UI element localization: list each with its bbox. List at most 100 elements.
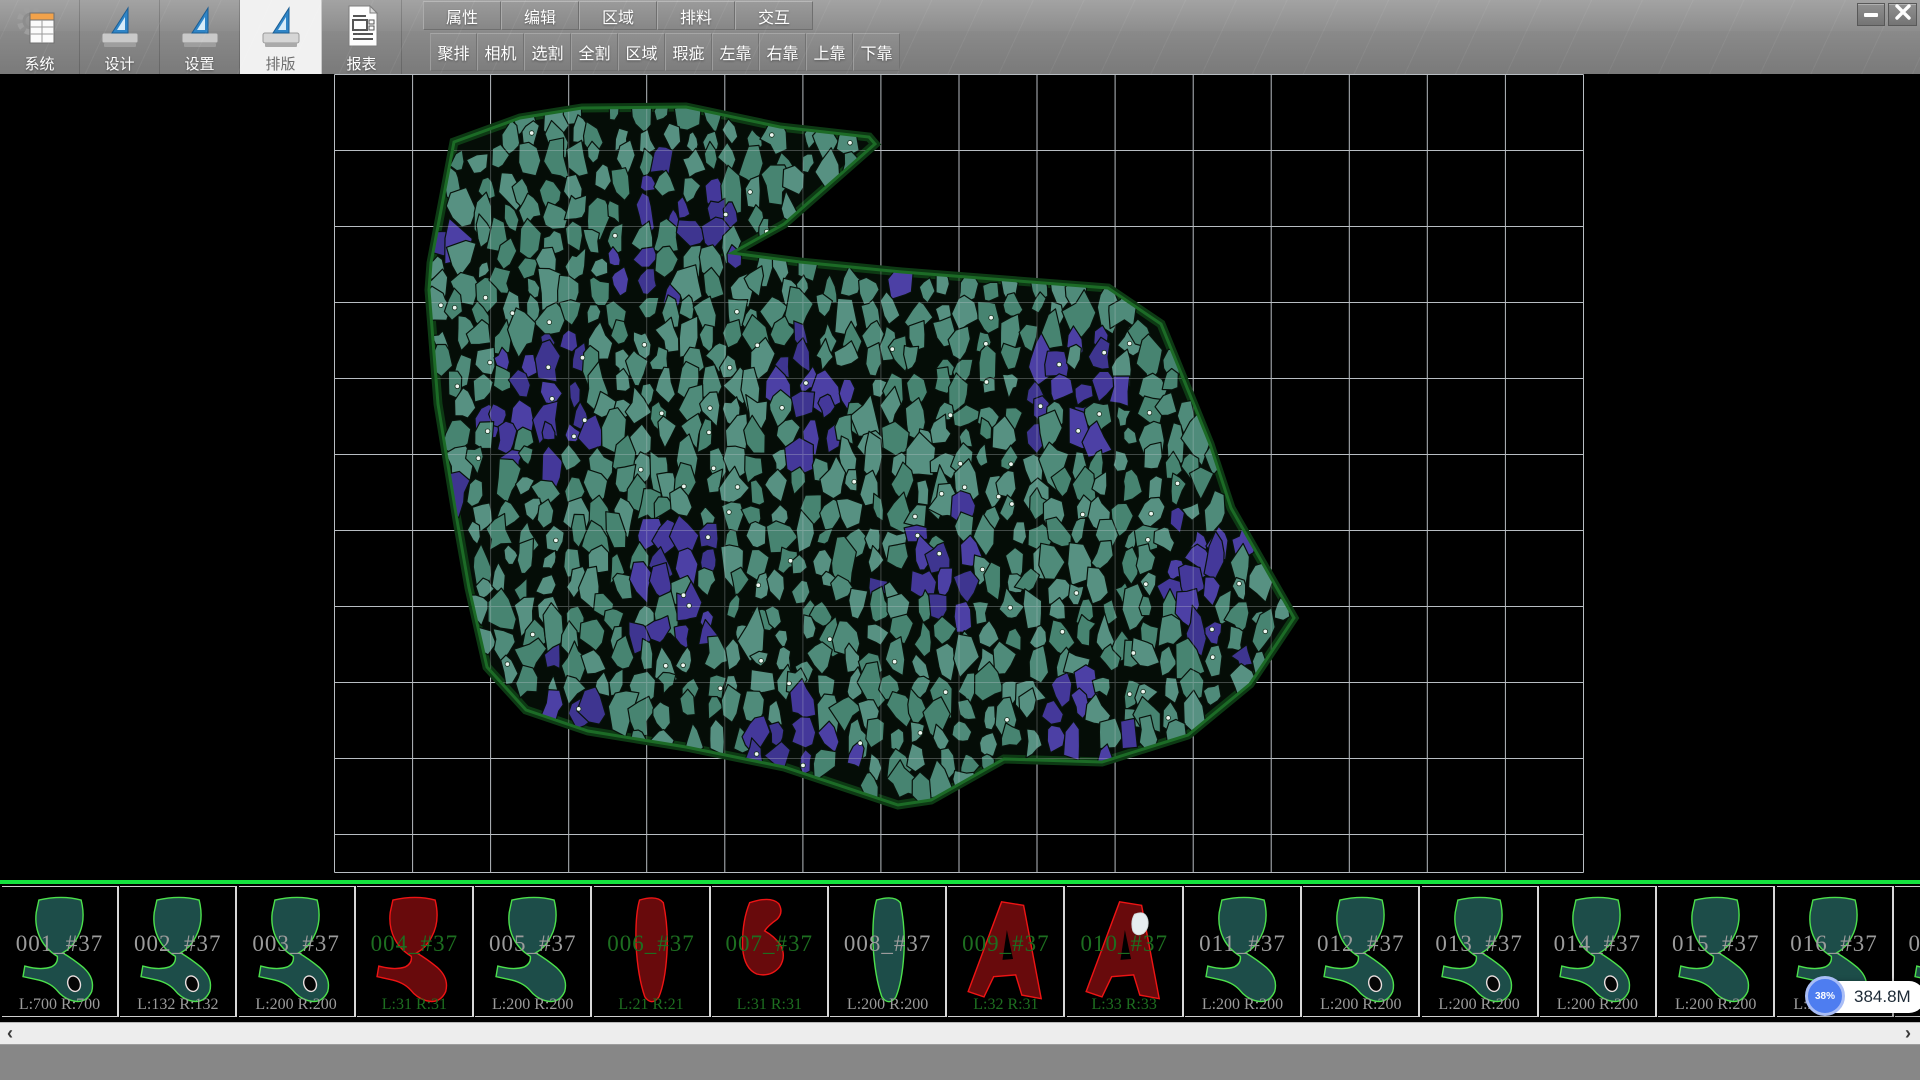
piece-marker (980, 567, 985, 572)
tool-button-7[interactable]: 左靠 (712, 33, 759, 71)
tool-button-5[interactable]: 区域 (618, 33, 665, 71)
settings-button[interactable]: 设置 (160, 0, 240, 74)
piece-thumbnail-012_#37[interactable]: 012_#37L:200 R:200 (1303, 886, 1420, 1017)
menu-tab-1[interactable]: 属性 (423, 1, 501, 30)
piece-marker (915, 533, 920, 538)
progress-circle: 38% (1805, 976, 1845, 1016)
piece-thumbnail-011_#37[interactable]: 011_#37L:200 R:200 (1185, 886, 1302, 1017)
piece-thumbnail-009_#37[interactable]: 009_#37L:32 R:31 (948, 886, 1065, 1017)
piece-lr-count: L:700 R:700 (2, 996, 117, 1014)
scroll-left-icon[interactable]: ‹ (0, 1023, 20, 1044)
piece-marker (550, 397, 555, 402)
piece-marker (1097, 412, 1102, 417)
piece-id-label: 002_#37 (120, 931, 235, 957)
piece-marker (1102, 350, 1107, 355)
nested-piece[interactable] (791, 717, 815, 748)
piece-id-label: 016_#37 (1777, 931, 1892, 957)
nested-piece[interactable] (1148, 476, 1162, 499)
piece-thumbnail-015_#37[interactable]: 015_#37L:200 R:200 (1658, 886, 1775, 1017)
piece-marker (1144, 582, 1149, 587)
piece-marker (1005, 718, 1010, 723)
tool-button-3[interactable]: 选割 (524, 33, 571, 71)
tool-button-9[interactable]: 上靠 (806, 33, 853, 71)
nested-piece[interactable] (1121, 718, 1138, 748)
piece-marker (989, 315, 994, 320)
piece-marker (439, 303, 444, 308)
piece-lr-count: L:200 R:200 (1658, 996, 1773, 1014)
nesting-button[interactable]: 排版 (240, 0, 322, 74)
system-button[interactable]: 系统 (0, 0, 80, 74)
piece-marker (554, 538, 559, 543)
piece-id-label: 004_#37 (357, 931, 472, 957)
piece-marker (1127, 692, 1132, 697)
system-icon (15, 3, 65, 56)
menu-tab-5[interactable]: 交互 (735, 1, 813, 30)
nesting-ruler-icon (256, 3, 306, 56)
piece-id-label: 010_#37 (1067, 931, 1182, 957)
menu-tab-3[interactable]: 区域 (579, 1, 657, 30)
piece-thumbnail-007_#37[interactable]: 007_#37L:31 R:31 (712, 886, 829, 1017)
tool-button-8[interactable]: 右靠 (759, 33, 806, 71)
horizontal-scrollbar[interactable]: ‹ › (0, 1022, 1920, 1044)
piece-marker (890, 347, 895, 352)
piece-marker (1076, 429, 1081, 434)
nested-piece[interactable] (983, 378, 996, 394)
tool-button-2[interactable]: 相机 (477, 33, 524, 71)
tool-button-6[interactable]: 瑕疵 (665, 33, 712, 71)
tool-button-bar: 聚排相机选割全割区域瑕疵左靠右靠上靠下靠 (430, 33, 900, 71)
nested-piece[interactable] (983, 282, 1000, 301)
settings-ruler-icon (175, 3, 225, 56)
nested-piece[interactable] (1013, 522, 1027, 545)
application-window: 系统 设计 设置 (0, 0, 1920, 1080)
piece-marker (1074, 591, 1079, 596)
piece-lr-count: L:33 R:33 (1067, 996, 1182, 1014)
piece-marker (727, 510, 732, 515)
piece-marker (1038, 404, 1043, 409)
piece-thumbnail-005_#37[interactable]: 005_#37L:200 R:200 (475, 886, 592, 1017)
piece-thumbnail-014_#37[interactable]: 014_#37L:200 R:200 (1540, 886, 1657, 1017)
menu-tab-4[interactable]: 排料 (657, 1, 735, 30)
piece-marker (547, 320, 552, 325)
nesting-button-label: 排版 (265, 56, 295, 73)
report-button[interactable]: 报表 (322, 0, 402, 74)
piece-lr-count: L:200 R:200 (830, 996, 945, 1014)
piece-marker (582, 418, 587, 423)
nested-piece[interactable] (954, 601, 972, 632)
piece-id-label: 009_#37 (948, 931, 1063, 957)
piece-thumbnail-006_#37[interactable]: 006_#37L:21 R:21 (594, 886, 711, 1017)
scroll-right-icon[interactable]: › (1898, 1023, 1918, 1044)
piece-thumbnail-013_#37[interactable]: 013_#37L:200 R:200 (1422, 886, 1539, 1017)
piece-marker (452, 305, 457, 310)
piece-thumbnail-004_#37[interactable]: 004_#37L:31 R:31 (357, 886, 474, 1017)
piece-thumbnail-002_#37[interactable]: 002_#37L:132 R:132 (120, 886, 237, 1017)
nesting-canvas[interactable] (0, 74, 1920, 880)
nested-piece[interactable] (917, 480, 929, 505)
piece-lr-count: L:200 R:200 (1540, 996, 1655, 1014)
nested-piece[interactable] (750, 670, 776, 694)
piece-marker (580, 355, 585, 360)
piece-thumbnail-001_#37[interactable]: 001_#37L:700 R:700 (2, 886, 119, 1017)
piece-marker (788, 559, 793, 564)
piece-marker (707, 430, 712, 435)
tool-button-4[interactable]: 全割 (571, 33, 618, 71)
close-button[interactable] (1888, 3, 1917, 26)
piece-lr-count: L:21 R:21 (594, 996, 709, 1014)
piece-marker (759, 659, 764, 664)
tool-button-10[interactable]: 下靠 (853, 33, 900, 71)
piece-thumbnail-010_#37[interactable]: 010_#37 L:33 R:33 (1067, 886, 1184, 1017)
design-button[interactable]: 设计 (80, 0, 160, 74)
piece-marker (1127, 341, 1132, 346)
piece-lr-count: L:200 R:200 (1185, 996, 1300, 1014)
piece-marker (735, 310, 740, 315)
tool-button-1[interactable]: 聚排 (430, 33, 477, 71)
piece-marker (937, 551, 942, 556)
piece-marker (642, 343, 647, 348)
menu-tab-2[interactable]: 编辑 (501, 1, 579, 30)
progress-badge[interactable]: 38% 384.8M (1808, 981, 1920, 1013)
piece-marker (984, 380, 989, 385)
piece-marker (1057, 362, 1062, 367)
piece-marker (858, 741, 863, 746)
piece-thumbnail-008_#37[interactable]: 008_#37L:200 R:200 (830, 886, 947, 1017)
minimize-button[interactable] (1857, 3, 1885, 26)
piece-thumbnail-003_#37[interactable]: 003_#37L:200 R:200 (239, 886, 356, 1017)
